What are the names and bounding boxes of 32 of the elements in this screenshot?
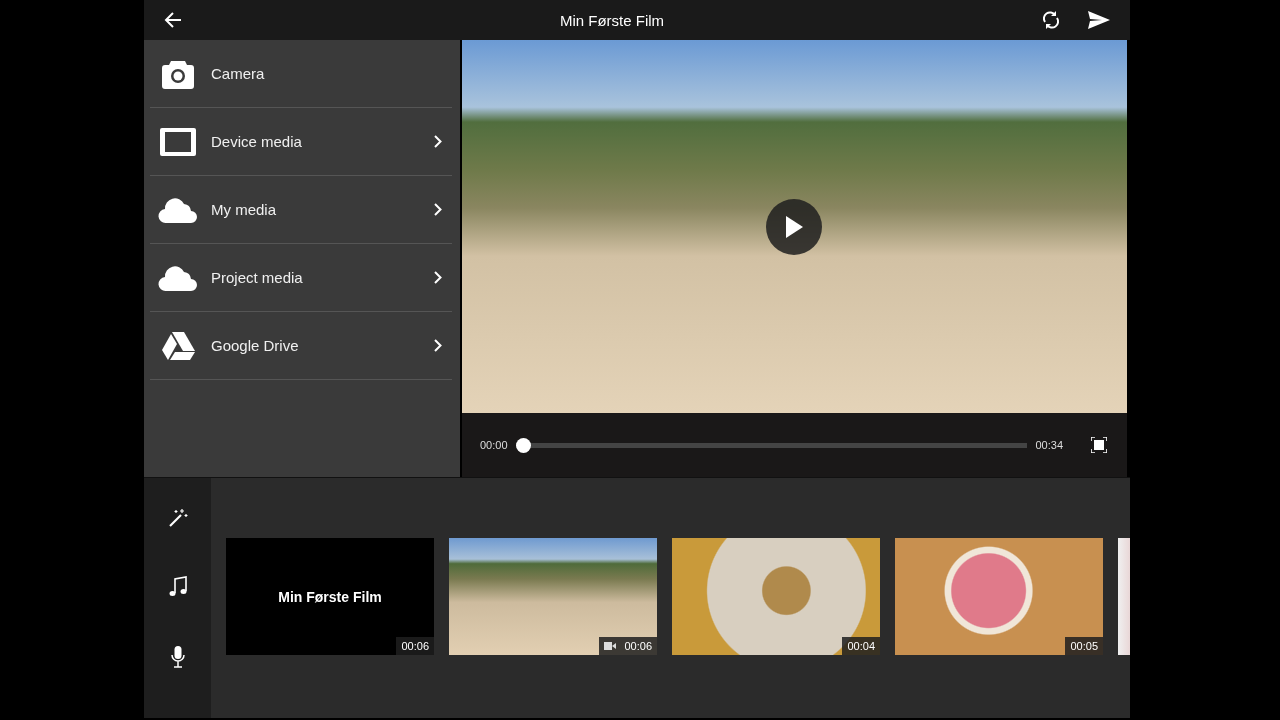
back-button[interactable] [164,12,182,28]
photo-clip[interactable]: 00:05 [895,538,1103,655]
microphone-icon[interactable] [170,646,185,668]
camera-icon [161,58,195,89]
title-clip[interactable]: Min Første Film 00:06 [226,538,434,655]
send-button[interactable] [1088,11,1110,29]
photo-clip[interactable]: 00:04 [672,538,880,655]
source-item[interactable]: Camera [150,40,452,108]
video-clip[interactable]: 00:06 [449,538,657,655]
source-item[interactable]: Project media [150,244,452,312]
magic-wand-icon[interactable] [167,508,188,528]
total-time: 00:34 [1035,439,1063,451]
drive-icon [161,330,195,361]
clip-duration: 00:05 [1065,637,1103,655]
elapsed-time: 00:00 [480,439,508,451]
cloud-icon [158,195,198,224]
music-note-icon[interactable] [168,576,187,598]
video-camera-icon [604,642,617,650]
clip-duration: 00:06 [599,637,657,655]
source-item[interactable]: Device media [150,108,452,176]
project-title: Min Første Film [558,11,666,29]
progress-thumb[interactable] [515,437,531,453]
fullscreen-button[interactable] [1091,437,1107,453]
sync-button[interactable] [1042,10,1060,30]
clip-duration: 00:04 [842,637,880,655]
cloud-icon [158,263,198,292]
tablet-icon [160,127,196,156]
clip-duration: 00:06 [396,637,434,655]
source-item[interactable]: My media [150,176,452,244]
play-icon [785,216,803,238]
play-button[interactable] [766,199,822,255]
source-item[interactable]: Google Drive [150,312,452,380]
